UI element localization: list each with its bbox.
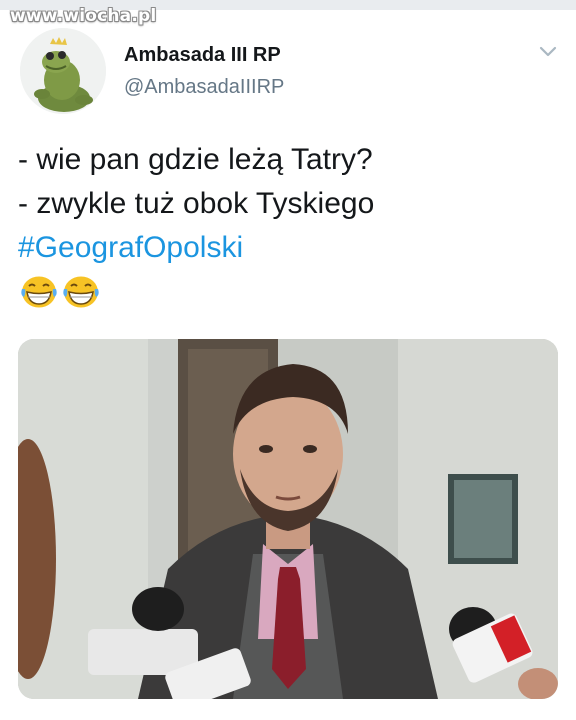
chevron-down-icon[interactable] bbox=[536, 40, 560, 64]
site-watermark: www.wiocha.pl bbox=[10, 6, 157, 26]
display-name[interactable]: Ambasada III RP bbox=[124, 44, 281, 67]
tweet-line: - wie pan gdzie leżą Tatry? bbox=[18, 143, 373, 176]
tweet-text: - wie pan gdzie leżą Tatry? - zwykle tuż… bbox=[18, 138, 558, 270]
emoji-row bbox=[20, 275, 104, 311]
grinning-tears-emoji-icon bbox=[62, 275, 100, 309]
tweet-line: - zwykle tuż obok Tyskiego bbox=[18, 187, 375, 220]
tweet-photo[interactable] bbox=[18, 339, 558, 699]
grinning-tears-emoji-icon bbox=[20, 275, 58, 309]
user-handle[interactable]: @AmbasadaIIIRP bbox=[124, 76, 284, 99]
hashtag-link[interactable]: #GeografOpolski bbox=[18, 226, 558, 270]
frog-plush-icon bbox=[20, 28, 106, 114]
avatar[interactable] bbox=[20, 28, 106, 114]
